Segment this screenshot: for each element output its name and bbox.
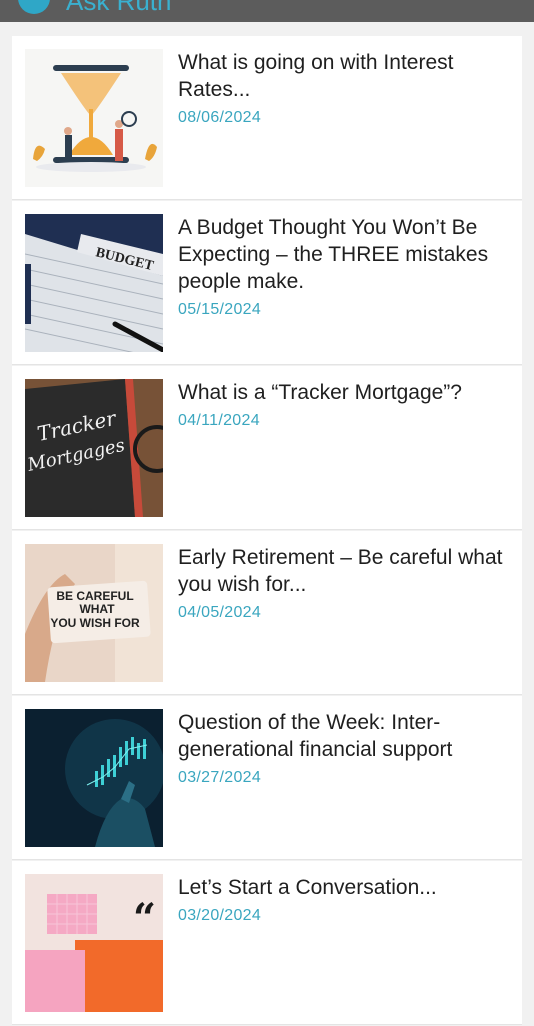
post-date: 08/06/2024 [178,109,262,126]
post-thumbnail[interactable] [25,49,163,187]
post-card[interactable]: Tracker Mortgages What is a “Tracker Mor… [12,366,522,530]
quote-mark: “ [133,895,156,942]
post-card[interactable]: BUDGET A Budget Thought You Won’t Be Exp… [12,201,522,365]
app-header: Ask Ruth [0,0,534,22]
post-thumbnail[interactable]: “ [25,874,163,1012]
post-date: 03/27/2024 [178,769,262,786]
post-thumbnail[interactable]: BE CAREFUL WHAT YOU WISH FOR [25,544,163,682]
post-title[interactable]: What is going on with Interest Rates... [178,49,508,103]
post-title[interactable]: Early Retirement – Be careful what you w… [178,544,508,598]
post-thumbnail[interactable] [25,709,163,847]
app-title: Ask Ruth [66,0,172,16]
post-title[interactable]: Let’s Start a Conversation... [178,874,508,901]
post-thumbnail[interactable]: BUDGET [25,214,163,352]
post-title[interactable]: Question of the Week: Inter-generational… [178,709,508,763]
card-line-3: YOU WISH FOR [50,616,140,630]
post-date: 05/15/2024 [178,301,262,318]
card-line-1: BE CAREFUL [56,589,133,603]
post-list: What is going on with Interest Rates... … [12,36,522,1026]
post-title[interactable]: A Budget Thought You Won’t Be Expecting … [178,214,508,295]
post-date: 04/11/2024 [178,412,260,429]
card-line-2: WHAT [79,602,115,616]
post-card[interactable]: BE CAREFUL WHAT YOU WISH FOR Early Retir… [12,531,522,695]
post-card[interactable]: “ Let’s Start a Conversation... 03/20/20… [12,861,522,1025]
post-title[interactable]: What is a “Tracker Mortgage”? [178,379,508,406]
app-logo-icon[interactable] [18,0,50,14]
post-card[interactable]: What is going on with Interest Rates... … [12,36,522,200]
post-thumbnail[interactable]: Tracker Mortgages [25,379,163,517]
post-date: 03/20/2024 [178,907,262,924]
post-card[interactable]: Question of the Week: Inter-generational… [12,696,522,860]
post-date: 04/05/2024 [178,604,262,621]
